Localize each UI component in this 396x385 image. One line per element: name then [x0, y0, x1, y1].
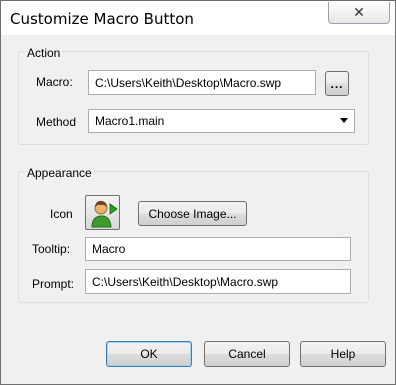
icon-label: Icon	[50, 207, 73, 221]
ok-button[interactable]: OK	[106, 341, 192, 367]
title-bar: Customize Macro Button ✕	[1, 1, 395, 35]
method-label: Method	[36, 115, 77, 129]
window-title: Customize Macro Button	[10, 10, 194, 28]
close-button[interactable]: ✕	[328, 2, 390, 24]
method-value: Macro1.main	[95, 114, 165, 128]
action-group-title: Action	[25, 46, 63, 60]
prompt-field[interactable]: C:\Users\Keith\Desktop\Macro.swp	[85, 269, 351, 294]
method-select[interactable]: Macro1.main	[88, 109, 355, 133]
tooltip-value: Macro	[92, 242, 126, 256]
cancel-button[interactable]: Cancel	[204, 341, 290, 367]
prompt-value: C:\Users\Keith\Desktop\Macro.swp	[92, 274, 279, 289]
macro-label: Macro:	[36, 75, 73, 89]
help-button[interactable]: Help	[300, 341, 386, 367]
close-icon: ✕	[353, 4, 365, 20]
choose-image-button[interactable]: Choose Image...	[138, 201, 247, 226]
tooltip-field[interactable]: Macro	[85, 237, 351, 261]
icon-preview-button[interactable]	[85, 195, 120, 230]
prompt-label: Prompt:	[32, 277, 75, 291]
user-run-icon	[91, 200, 118, 228]
chevron-down-icon	[340, 118, 348, 123]
macro-path-value: C:\Users\Keith\Desktop\Macro.swp	[95, 75, 282, 90]
cancel-label: Cancel	[228, 347, 266, 361]
browse-macro-button[interactable]: ...	[325, 71, 349, 96]
browse-label: ...	[330, 76, 344, 91]
ok-label: OK	[140, 347, 158, 361]
macro-path-field[interactable]: C:\Users\Keith\Desktop\Macro.swp	[88, 70, 316, 95]
dialog-window: Customize Macro Button ✕ Action Macro: C…	[0, 0, 396, 385]
tooltip-label: Tooltip:	[32, 242, 71, 256]
appearance-group-title: Appearance	[25, 166, 94, 180]
choose-image-label: Choose Image...	[148, 206, 237, 221]
help-label: Help	[330, 347, 356, 361]
